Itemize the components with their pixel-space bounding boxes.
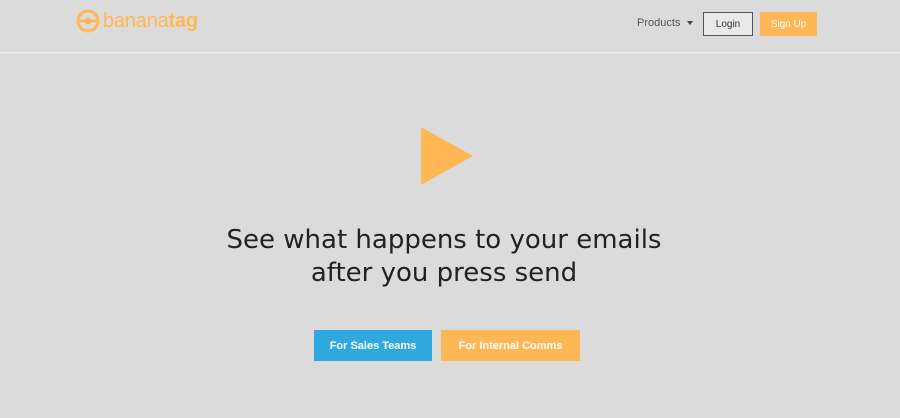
signup-button[interactable]: Sign Up bbox=[760, 12, 817, 36]
brand-wordmark-part2: tag bbox=[168, 10, 199, 32]
hero-headline: See what happens to your emails after yo… bbox=[0, 224, 888, 290]
caret-down-icon bbox=[687, 21, 694, 25]
landing-page: bananatag Products Login Sign Up See wha… bbox=[0, 0, 900, 418]
for-sales-teams-button[interactable]: For Sales Teams bbox=[314, 330, 432, 361]
site-header: bananatag Products Login Sign Up bbox=[0, 0, 900, 53]
products-dropdown-label: Products bbox=[637, 17, 681, 29]
products-dropdown[interactable]: Products bbox=[637, 15, 694, 31]
for-internal-comms-button[interactable]: For Internal Comms bbox=[441, 330, 580, 361]
hero-headline-line1: See what happens to your emails bbox=[226, 225, 662, 255]
brand-logo-link[interactable]: bananatag bbox=[76, 8, 198, 34]
hero-headline-line2: after you press send bbox=[310, 258, 578, 288]
bananatag-logo-icon bbox=[76, 9, 100, 33]
login-button[interactable]: Login bbox=[703, 12, 753, 36]
brand-wordmark-part1: banana bbox=[103, 10, 169, 32]
play-icon[interactable] bbox=[420, 127, 474, 185]
brand-wordmark: bananatag bbox=[103, 9, 198, 33]
